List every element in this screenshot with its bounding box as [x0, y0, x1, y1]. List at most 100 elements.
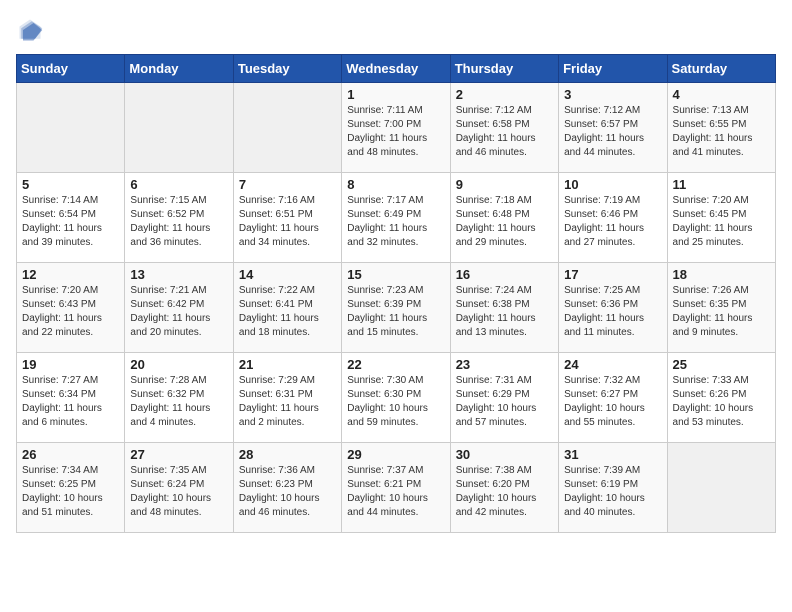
day-number: 4: [673, 87, 770, 102]
calendar-cell: 8 Sunrise: 7:17 AM Sunset: 6:49 PM Daylig…: [342, 173, 450, 263]
day-info: Sunrise: 7:21 AM Sunset: 6:42 PM Dayligh…: [130, 284, 227, 340]
day-number: 9: [456, 177, 553, 192]
calendar-cell: 19Sunrise: 7:27 AM Sunset: 6:34 PM Dayli…: [17, 353, 125, 443]
calendar-cell: 10Sunrise: 7:19 AM Sunset: 6:46 PM Dayli…: [559, 173, 667, 263]
day-number: 7: [239, 177, 336, 192]
calendar-cell: 1 Sunrise: 7:11 AM Sunset: 7:00 PM Daylig…: [342, 83, 450, 173]
page-header: [16, 16, 776, 44]
day-number: 10: [564, 177, 661, 192]
calendar-cell: 23Sunrise: 7:31 AM Sunset: 6:29 PM Dayli…: [450, 353, 558, 443]
day-number: 24: [564, 357, 661, 372]
day-number: 6: [130, 177, 227, 192]
day-info: Sunrise: 7:28 AM Sunset: 6:32 PM Dayligh…: [130, 374, 227, 430]
calendar-cell: [17, 83, 125, 173]
calendar-cell: 2 Sunrise: 7:12 AM Sunset: 6:58 PM Daylig…: [450, 83, 558, 173]
day-info: Sunrise: 7:32 AM Sunset: 6:27 PM Dayligh…: [564, 374, 661, 430]
day-number: 27: [130, 447, 227, 462]
calendar-cell: 13 Sunrise: 7:21 AM Sunset: 6:42 PM Dayli…: [125, 263, 233, 353]
weekday-header-tuesday: Tuesday: [233, 55, 341, 83]
calendar-cell: 30 Sunrise: 7:38 AM Sunset: 6:20 PM Dayli…: [450, 443, 558, 533]
calendar-cell: 24 Sunrise: 7:32 AM Sunset: 6:27 PM Dayli…: [559, 353, 667, 443]
weekday-header-row: SundayMondayTuesdayWednesdayThursdayFrid…: [17, 55, 776, 83]
weekday-header-thursday: Thursday: [450, 55, 558, 83]
day-number: 2: [456, 87, 553, 102]
day-info: Sunrise: 7:36 AM Sunset: 6:23 PM Dayligh…: [239, 464, 336, 520]
calendar-week-4: 19Sunrise: 7:27 AM Sunset: 6:34 PM Dayli…: [17, 353, 776, 443]
calendar-cell: 28 Sunrise: 7:36 AM Sunset: 6:23 PM Dayli…: [233, 443, 341, 533]
day-number: 31: [564, 447, 661, 462]
day-info: Sunrise: 7:25 AM Sunset: 6:36 PM Dayligh…: [564, 284, 661, 340]
weekday-header-wednesday: Wednesday: [342, 55, 450, 83]
day-number: 5: [22, 177, 119, 192]
calendar-cell: 31 Sunrise: 7:39 AM Sunset: 6:19 PM Dayli…: [559, 443, 667, 533]
day-info: Sunrise: 7:20 AM Sunset: 6:45 PM Dayligh…: [673, 194, 770, 250]
calendar-cell: 12 Sunrise: 7:20 AM Sunset: 6:43 PM Dayli…: [17, 263, 125, 353]
day-info: Sunrise: 7:34 AM Sunset: 6:25 PM Dayligh…: [22, 464, 119, 520]
day-info: Sunrise: 7:33 AM Sunset: 6:26 PM Dayligh…: [673, 374, 770, 430]
calendar-week-1: 1 Sunrise: 7:11 AM Sunset: 7:00 PM Daylig…: [17, 83, 776, 173]
day-number: 18: [673, 267, 770, 282]
day-info: Sunrise: 7:27 AM Sunset: 6:34 PM Dayligh…: [22, 374, 119, 430]
calendar-cell: [667, 443, 775, 533]
calendar-cell: [233, 83, 341, 173]
calendar-body: 1 Sunrise: 7:11 AM Sunset: 7:00 PM Daylig…: [17, 83, 776, 533]
calendar-cell: 26Sunrise: 7:34 AM Sunset: 6:25 PM Dayli…: [17, 443, 125, 533]
day-number: 28: [239, 447, 336, 462]
calendar-week-3: 12 Sunrise: 7:20 AM Sunset: 6:43 PM Dayli…: [17, 263, 776, 353]
day-number: 11: [673, 177, 770, 192]
calendar-cell: 25 Sunrise: 7:33 AM Sunset: 6:26 PM Dayli…: [667, 353, 775, 443]
calendar-table: SundayMondayTuesdayWednesdayThursdayFrid…: [16, 54, 776, 533]
day-info: Sunrise: 7:30 AM Sunset: 6:30 PM Dayligh…: [347, 374, 444, 430]
calendar-cell: 14 Sunrise: 7:22 AM Sunset: 6:41 PM Dayli…: [233, 263, 341, 353]
day-info: Sunrise: 7:15 AM Sunset: 6:52 PM Dayligh…: [130, 194, 227, 250]
calendar-week-2: 5 Sunrise: 7:14 AM Sunset: 6:54 PM Daylig…: [17, 173, 776, 263]
calendar-cell: 27 Sunrise: 7:35 AM Sunset: 6:24 PM Dayli…: [125, 443, 233, 533]
day-number: 1: [347, 87, 444, 102]
calendar-cell: 6 Sunrise: 7:15 AM Sunset: 6:52 PM Daylig…: [125, 173, 233, 263]
calendar-cell: 3 Sunrise: 7:12 AM Sunset: 6:57 PM Daylig…: [559, 83, 667, 173]
calendar-cell: 17 Sunrise: 7:25 AM Sunset: 6:36 PM Dayli…: [559, 263, 667, 353]
day-info: Sunrise: 7:24 AM Sunset: 6:38 PM Dayligh…: [456, 284, 553, 340]
day-number: 8: [347, 177, 444, 192]
day-number: 17: [564, 267, 661, 282]
day-info: Sunrise: 7:35 AM Sunset: 6:24 PM Dayligh…: [130, 464, 227, 520]
day-info: Sunrise: 7:38 AM Sunset: 6:20 PM Dayligh…: [456, 464, 553, 520]
calendar-cell: 7Sunrise: 7:16 AM Sunset: 6:51 PM Daylig…: [233, 173, 341, 263]
calendar-cell: 22 Sunrise: 7:30 AM Sunset: 6:30 PM Dayli…: [342, 353, 450, 443]
day-number: 16: [456, 267, 553, 282]
day-number: 30: [456, 447, 553, 462]
day-number: 12: [22, 267, 119, 282]
calendar-cell: 18 Sunrise: 7:26 AM Sunset: 6:35 PM Dayli…: [667, 263, 775, 353]
day-number: 15: [347, 267, 444, 282]
day-info: Sunrise: 7:18 AM Sunset: 6:48 PM Dayligh…: [456, 194, 553, 250]
day-info: Sunrise: 7:11 AM Sunset: 7:00 PM Dayligh…: [347, 104, 444, 160]
day-info: Sunrise: 7:37 AM Sunset: 6:21 PM Dayligh…: [347, 464, 444, 520]
weekday-header-saturday: Saturday: [667, 55, 775, 83]
day-number: 25: [673, 357, 770, 372]
day-number: 3: [564, 87, 661, 102]
day-number: 29: [347, 447, 444, 462]
day-info: Sunrise: 7:13 AM Sunset: 6:55 PM Dayligh…: [673, 104, 770, 160]
day-info: Sunrise: 7:17 AM Sunset: 6:49 PM Dayligh…: [347, 194, 444, 250]
calendar-cell: 4 Sunrise: 7:13 AM Sunset: 6:55 PM Daylig…: [667, 83, 775, 173]
logo: [16, 16, 48, 44]
calendar-week-5: 26Sunrise: 7:34 AM Sunset: 6:25 PM Dayli…: [17, 443, 776, 533]
weekday-header-monday: Monday: [125, 55, 233, 83]
day-info: Sunrise: 7:22 AM Sunset: 6:41 PM Dayligh…: [239, 284, 336, 340]
day-number: 20: [130, 357, 227, 372]
day-info: Sunrise: 7:31 AM Sunset: 6:29 PM Dayligh…: [456, 374, 553, 430]
day-number: 22: [347, 357, 444, 372]
calendar-cell: 16 Sunrise: 7:24 AM Sunset: 6:38 PM Dayli…: [450, 263, 558, 353]
calendar-cell: 15Sunrise: 7:23 AM Sunset: 6:39 PM Dayli…: [342, 263, 450, 353]
day-info: Sunrise: 7:20 AM Sunset: 6:43 PM Dayligh…: [22, 284, 119, 340]
day-info: Sunrise: 7:26 AM Sunset: 6:35 PM Dayligh…: [673, 284, 770, 340]
day-info: Sunrise: 7:14 AM Sunset: 6:54 PM Dayligh…: [22, 194, 119, 250]
day-info: Sunrise: 7:12 AM Sunset: 6:57 PM Dayligh…: [564, 104, 661, 160]
day-info: Sunrise: 7:39 AM Sunset: 6:19 PM Dayligh…: [564, 464, 661, 520]
calendar-cell: 29 Sunrise: 7:37 AM Sunset: 6:21 PM Dayli…: [342, 443, 450, 533]
calendar-cell: 9 Sunrise: 7:18 AM Sunset: 6:48 PM Daylig…: [450, 173, 558, 263]
day-number: 14: [239, 267, 336, 282]
day-info: Sunrise: 7:12 AM Sunset: 6:58 PM Dayligh…: [456, 104, 553, 160]
day-number: 13: [130, 267, 227, 282]
calendar-cell: 11 Sunrise: 7:20 AM Sunset: 6:45 PM Dayli…: [667, 173, 775, 263]
